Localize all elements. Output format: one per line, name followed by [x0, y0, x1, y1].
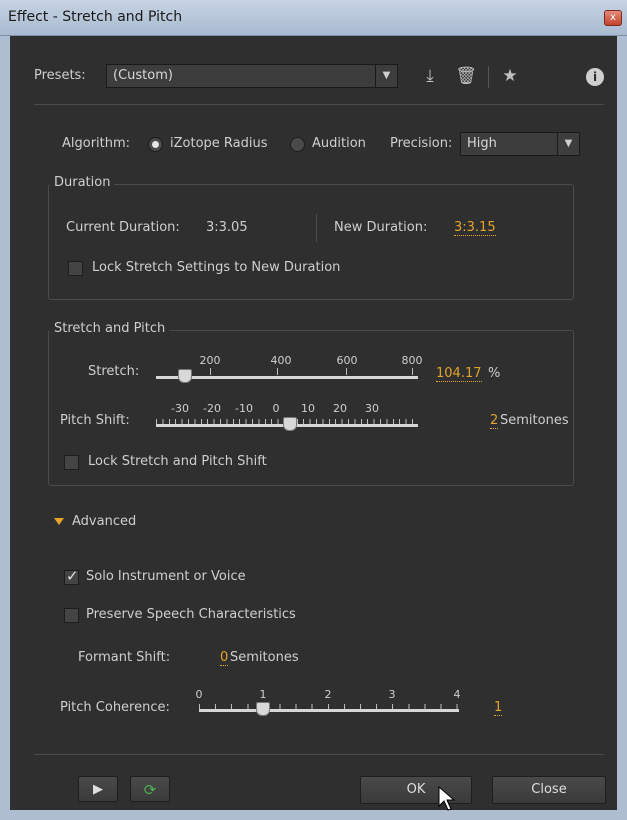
pitch-tick: 30 — [365, 402, 379, 415]
stretch-tick-mark — [346, 368, 347, 375]
save-preset-icon[interactable]: ⤓ — [418, 64, 442, 88]
formant-shift-value[interactable]: 0 — [220, 650, 229, 666]
stretch-pitch-group-title: Stretch and Pitch — [50, 321, 170, 336]
izotope-radius-label: iZotope Radius — [170, 136, 268, 151]
pitch-coherence-slider-thumb[interactable] — [256, 702, 270, 716]
precision-value: High — [467, 136, 497, 151]
stretch-value[interactable]: 104.17 — [436, 366, 482, 382]
lock-stretch-settings-label: Lock Stretch Settings to New Duration — [92, 260, 341, 275]
coherence-tick: 2 — [324, 688, 332, 701]
new-duration-value[interactable]: 3:3.15 — [454, 220, 496, 236]
stretch-tick-400: 400 — [270, 354, 292, 367]
loop-button[interactable]: ⟳ — [130, 776, 170, 802]
chevron-down-icon: ▼ — [375, 65, 397, 87]
delete-preset-icon[interactable]: 🗑 — [454, 64, 478, 88]
header-divider — [34, 104, 604, 105]
duration-group — [48, 184, 574, 300]
pitch-coherence-value[interactable]: 1 — [494, 700, 503, 716]
presets-value: (Custom) — [113, 68, 173, 83]
pitch-shift-value[interactable]: 2 — [490, 413, 499, 429]
preserve-speech-label: Preserve Speech Characteristics — [86, 607, 296, 622]
presets-label: Presets: — [34, 68, 86, 83]
new-duration-label: New Duration: — [334, 220, 428, 235]
advanced-expand-icon[interactable] — [54, 518, 64, 525]
favorite-star-icon[interactable]: ★ — [498, 64, 522, 88]
stretch-slider-track[interactable] — [156, 376, 418, 379]
stretch-tick-mark — [412, 368, 413, 375]
pitch-tick: 0 — [272, 402, 280, 415]
stretch-tick-mark — [277, 368, 278, 375]
close-window-button[interactable]: x — [604, 10, 622, 26]
precision-dropdown[interactable]: High ▼ — [460, 132, 580, 156]
coherence-tick: 1 — [259, 688, 267, 701]
lock-stretch-pitch-label: Lock Stretch and Pitch Shift — [88, 454, 267, 469]
algorithm-label: Algorithm: — [62, 136, 131, 151]
current-duration-value: 3:3.05 — [206, 220, 248, 235]
pitch-coherence-slider-track[interactable] — [199, 709, 459, 712]
lock-stretch-settings-checkbox[interactable] — [68, 261, 83, 276]
solo-instrument-checkbox[interactable]: ✓ — [64, 567, 79, 585]
window-frame-right — [617, 36, 627, 820]
stretch-slider-thumb[interactable] — [178, 369, 192, 383]
pitch-coherence-label: Pitch Coherence: — [60, 700, 170, 715]
pitch-tick: 10 — [301, 402, 315, 415]
window-title: Effect - Stretch and Pitch — [8, 9, 183, 25]
window-frame-left — [0, 36, 10, 820]
coherence-tick: 3 — [388, 688, 396, 701]
pitch-tick: 20 — [333, 402, 347, 415]
chevron-down-icon: ▼ — [557, 133, 579, 155]
play-button[interactable]: ▶ — [78, 776, 118, 802]
pitch-tick: -10 — [235, 402, 253, 415]
duration-divider — [316, 214, 317, 242]
pitch-tick: -30 — [171, 402, 189, 415]
radio-izotope-radius[interactable] — [148, 137, 163, 152]
pitch-shift-label: Pitch Shift: — [60, 413, 130, 428]
preserve-speech-checkbox[interactable] — [64, 608, 79, 623]
audition-label: Audition — [312, 136, 366, 151]
checkmark-icon: ✓ — [66, 567, 79, 585]
formant-shift-label: Formant Shift: — [78, 650, 171, 665]
radio-audition[interactable] — [290, 137, 305, 152]
stretch-tick-mark — [210, 368, 211, 375]
title-bar: Effect - Stretch and Pitch x — [0, 0, 627, 36]
close-button[interactable]: Close — [492, 776, 606, 804]
info-icon[interactable]: i — [586, 68, 604, 86]
lock-stretch-pitch-checkbox[interactable] — [64, 455, 79, 470]
stretch-tick-200: 200 — [199, 354, 221, 367]
solo-instrument-label: Solo Instrument or Voice — [86, 569, 246, 584]
precision-label: Precision: — [390, 136, 453, 151]
current-duration-label: Current Duration: — [66, 220, 180, 235]
pitch-tick: -20 — [203, 402, 221, 415]
pitch-shift-unit: Semitones — [500, 413, 569, 428]
presets-dropdown[interactable]: (Custom) ▼ — [106, 64, 398, 88]
play-icon: ▶ — [93, 782, 103, 797]
stretch-label: Stretch: — [88, 364, 140, 379]
toolbar-divider — [488, 66, 489, 88]
window-frame-bottom — [0, 810, 627, 820]
dialog-content: Presets: (Custom) ▼ ⤓ 🗑 ★ i Algorithm: i… — [10, 36, 617, 811]
formant-shift-unit: Semitones — [230, 650, 299, 665]
mouse-cursor-icon — [438, 786, 456, 811]
loop-icon: ⟳ — [143, 781, 157, 799]
stretch-tick-600: 600 — [336, 354, 358, 367]
coherence-tick: 0 — [195, 688, 203, 701]
pitch-shift-slider-thumb[interactable] — [283, 417, 297, 431]
stretch-unit: % — [488, 366, 501, 381]
coherence-tick: 4 — [453, 688, 461, 701]
stretch-tick-800: 800 — [401, 354, 423, 367]
advanced-section-title[interactable]: Advanced — [72, 514, 136, 529]
footer-divider — [34, 754, 604, 755]
duration-group-title: Duration — [50, 175, 115, 190]
